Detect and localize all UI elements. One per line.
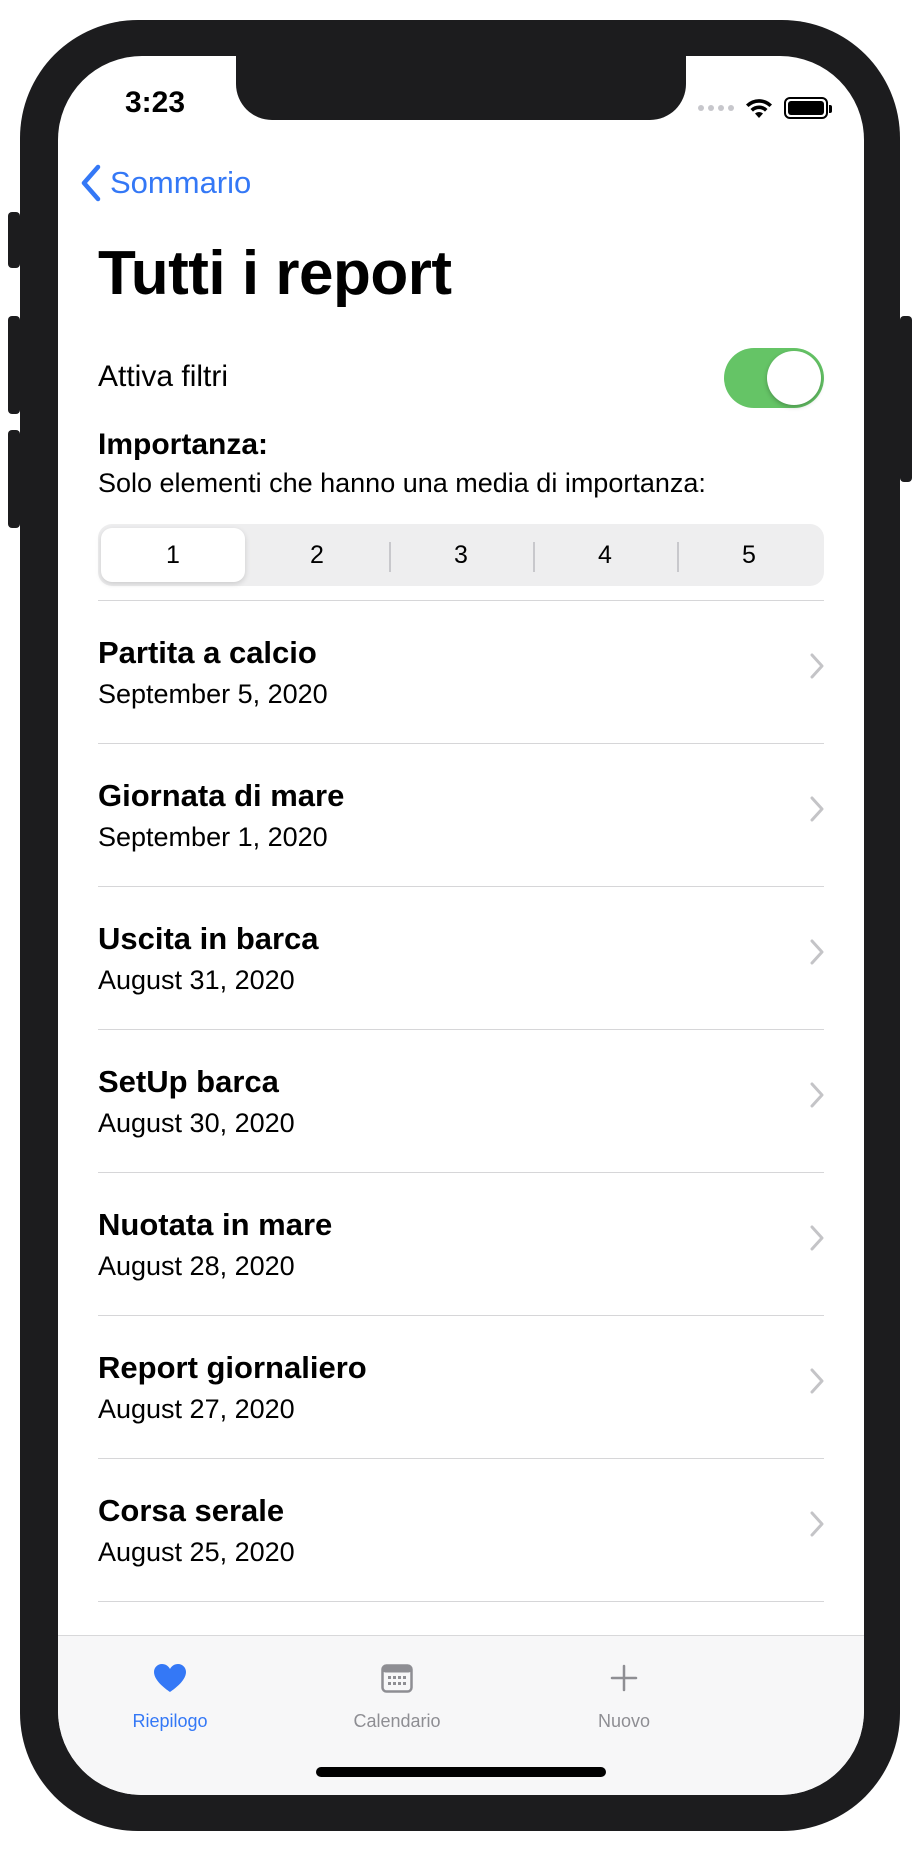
page-title: Tutti i report xyxy=(98,239,452,308)
list-item[interactable]: SetUp barca August 30, 2020 xyxy=(98,1030,824,1173)
tab-label: Nuovo xyxy=(597,1711,651,1731)
wifi-icon xyxy=(746,99,772,118)
segment-divider xyxy=(533,542,535,572)
report-date: August 31, 2020 xyxy=(98,965,295,995)
importance-description: Solo elementi che hanno una media di imp… xyxy=(98,468,706,498)
chevron-right-icon xyxy=(810,1368,824,1394)
report-date: August 30, 2020 xyxy=(98,1108,295,1138)
report-list: Partita a calcio September 5, 2020 Giorn… xyxy=(98,600,824,1602)
list-item[interactable]: Corsa serale August 25, 2020 xyxy=(98,1459,824,1602)
filter-toggle-label: Attiva filtri xyxy=(98,360,229,393)
report-title: Giornata di mare xyxy=(98,778,345,813)
report-title: SetUp barca xyxy=(98,1064,279,1099)
filter-row: Attiva filtri xyxy=(98,348,824,408)
chevron-right-icon xyxy=(810,939,824,965)
segment-label: 2 xyxy=(310,540,324,569)
segment-label: 4 xyxy=(598,540,612,569)
screen: 3:23 Sommario Tutti i report Attiva filt… xyxy=(58,56,864,1795)
report-title: Nuotata in mare xyxy=(98,1207,333,1242)
report-date: September 5, 2020 xyxy=(98,679,328,709)
segment-2[interactable]: 2 xyxy=(245,528,389,582)
chevron-right-icon xyxy=(810,1225,824,1251)
tab-riepilogo[interactable]: Riepilogo xyxy=(70,1648,270,1732)
tab-calendario[interactable]: Calendario xyxy=(297,1648,497,1732)
tab-label: Calendario xyxy=(353,1711,441,1731)
list-item[interactable]: Nuotata in mare August 28, 2020 xyxy=(98,1173,824,1316)
segment-label: 3 xyxy=(454,540,468,569)
battery-icon xyxy=(784,97,832,119)
status-time: 3:23 xyxy=(125,86,186,119)
tab-nuovo[interactable]: Nuovo xyxy=(524,1648,724,1732)
list-item[interactable]: Giornata di mare September 1, 2020 xyxy=(98,744,824,887)
segment-label: 5 xyxy=(742,540,756,569)
power-button xyxy=(900,316,912,482)
list-item[interactable]: Uscita in barca August 31, 2020 xyxy=(98,887,824,1030)
plus-icon xyxy=(610,1664,638,1692)
report-date: August 27, 2020 xyxy=(98,1394,295,1424)
segment-divider xyxy=(389,542,391,572)
report-title: Report giornaliero xyxy=(98,1350,367,1385)
home-indicator xyxy=(316,1767,606,1777)
segment-3[interactable]: 3 xyxy=(389,528,533,582)
chevron-right-icon xyxy=(810,796,824,822)
segment-4[interactable]: 4 xyxy=(533,528,677,582)
notch xyxy=(236,56,686,120)
importance-heading: Importanza: xyxy=(98,428,269,461)
tab-label: Riepilogo xyxy=(132,1711,208,1731)
segment-label: 1 xyxy=(166,540,180,569)
cellular-signal-icon xyxy=(698,105,734,111)
back-label: Sommario xyxy=(110,165,252,200)
segment-divider xyxy=(677,542,679,572)
report-title: Partita a calcio xyxy=(98,635,317,670)
chevron-left-icon xyxy=(81,164,101,202)
calendar-icon xyxy=(381,1664,413,1693)
report-title: Uscita in barca xyxy=(98,921,319,956)
heart-icon xyxy=(154,1664,186,1692)
importance-segmented-control: 1 2 3 4 5 xyxy=(98,524,824,586)
report-date: August 25, 2020 xyxy=(98,1537,295,1567)
back-button[interactable]: Sommario xyxy=(80,164,251,202)
chevron-right-icon xyxy=(810,1511,824,1537)
status-indicators xyxy=(698,96,832,120)
chevron-right-icon xyxy=(810,653,824,679)
volume-down-button xyxy=(8,430,20,528)
segment-1[interactable]: 1 xyxy=(101,528,245,582)
filter-toggle[interactable] xyxy=(724,348,824,408)
list-item[interactable]: Report giornaliero August 27, 2020 xyxy=(98,1316,824,1459)
chevron-right-icon xyxy=(810,1082,824,1108)
segment-5[interactable]: 5 xyxy=(677,528,821,582)
report-date: August 28, 2020 xyxy=(98,1251,295,1281)
report-date: September 1, 2020 xyxy=(98,822,328,852)
report-title: Corsa serale xyxy=(98,1493,285,1528)
mute-switch xyxy=(8,212,20,268)
volume-up-button xyxy=(8,316,20,414)
toggle-knob xyxy=(767,351,821,405)
list-item[interactable]: Partita a calcio September 5, 2020 xyxy=(98,601,824,744)
